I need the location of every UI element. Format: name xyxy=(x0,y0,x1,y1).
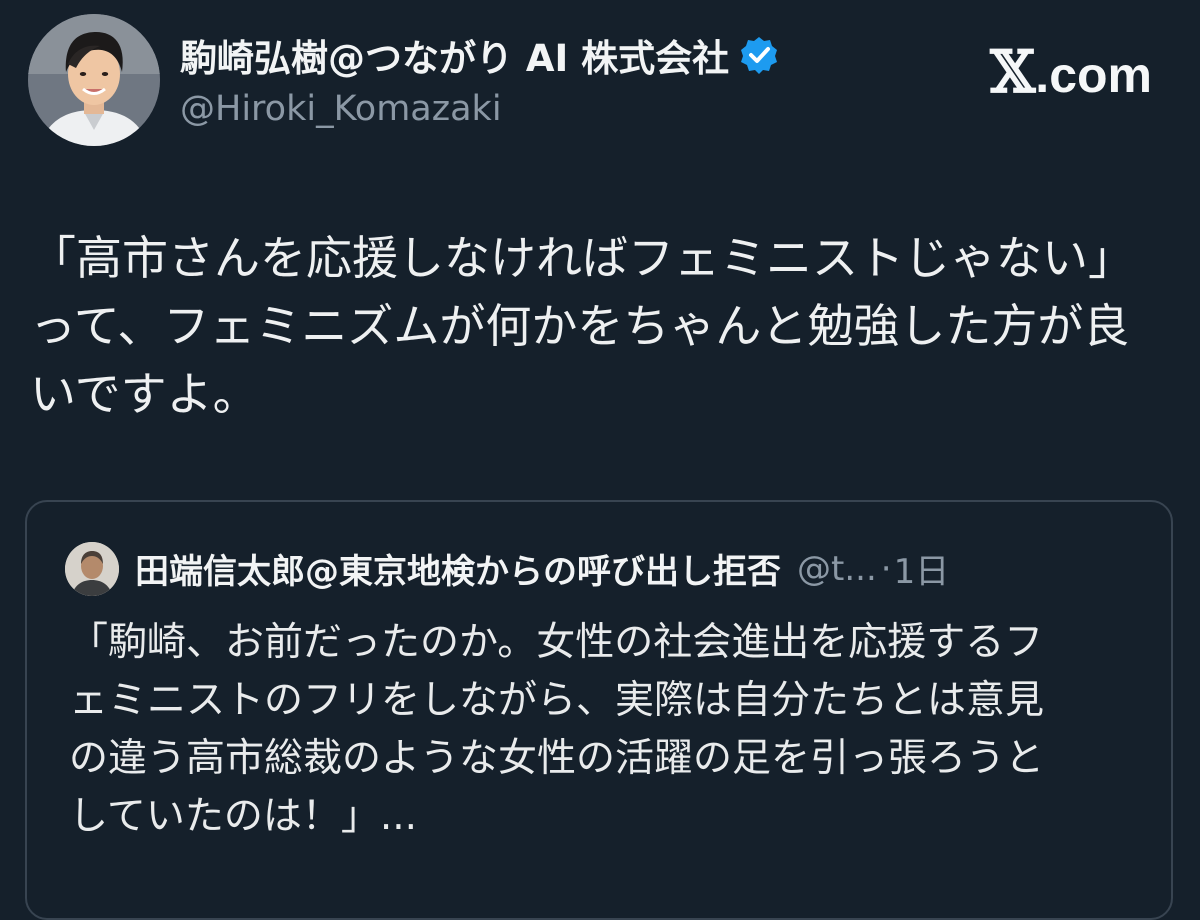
tweet-header: 駒崎弘樹@つながり AI 株式会社 @Hiroki_Komazaki 𝕏.com xyxy=(28,14,1172,150)
quoted-author-name[interactable]: 田端信太郎@東京地検からの呼び出し拒否 xyxy=(135,544,781,593)
tweet-text: 「高市さんを応援しなければフェミニストじゃない」 って、フェミニズムが何かをちゃ… xyxy=(30,231,1134,421)
quoted-tweet-card[interactable]: 田端信太郎@東京地検からの呼び出し拒否 @t... · 1日 「駒崎、お前だった… xyxy=(25,500,1173,920)
quoted-author-avatar[interactable] xyxy=(65,542,119,596)
author-name-row: 駒崎弘樹@つながり AI 株式会社 xyxy=(180,28,779,82)
author-avatar[interactable] xyxy=(28,14,160,146)
quoted-separator: · xyxy=(880,548,892,589)
brand-suffix: .com xyxy=(1035,47,1152,103)
quoted-tweet-header: 田端信太郎@東京地検からの呼び出し拒否 @t... · 1日 xyxy=(135,544,949,593)
x-com-watermark: 𝕏.com xyxy=(990,38,1152,106)
verified-badge-icon xyxy=(739,35,779,75)
x-logo-icon: 𝕏 xyxy=(990,38,1036,106)
author-handle[interactable]: @Hiroki_Komazaki xyxy=(180,89,502,129)
quoted-author-handle[interactable]: @t... xyxy=(797,549,877,589)
quoted-timestamp[interactable]: 1日 xyxy=(894,544,950,593)
quoted-tweet-text: 「駒崎、お前だったのか。女性の社会進出を応援するフ ェミニストのフリをしながら、… xyxy=(69,620,1045,839)
author-avatar-image xyxy=(28,14,160,146)
quoted-avatar-image xyxy=(65,542,119,596)
author-name[interactable]: 駒崎弘樹@つながり AI 株式会社 xyxy=(180,28,729,82)
